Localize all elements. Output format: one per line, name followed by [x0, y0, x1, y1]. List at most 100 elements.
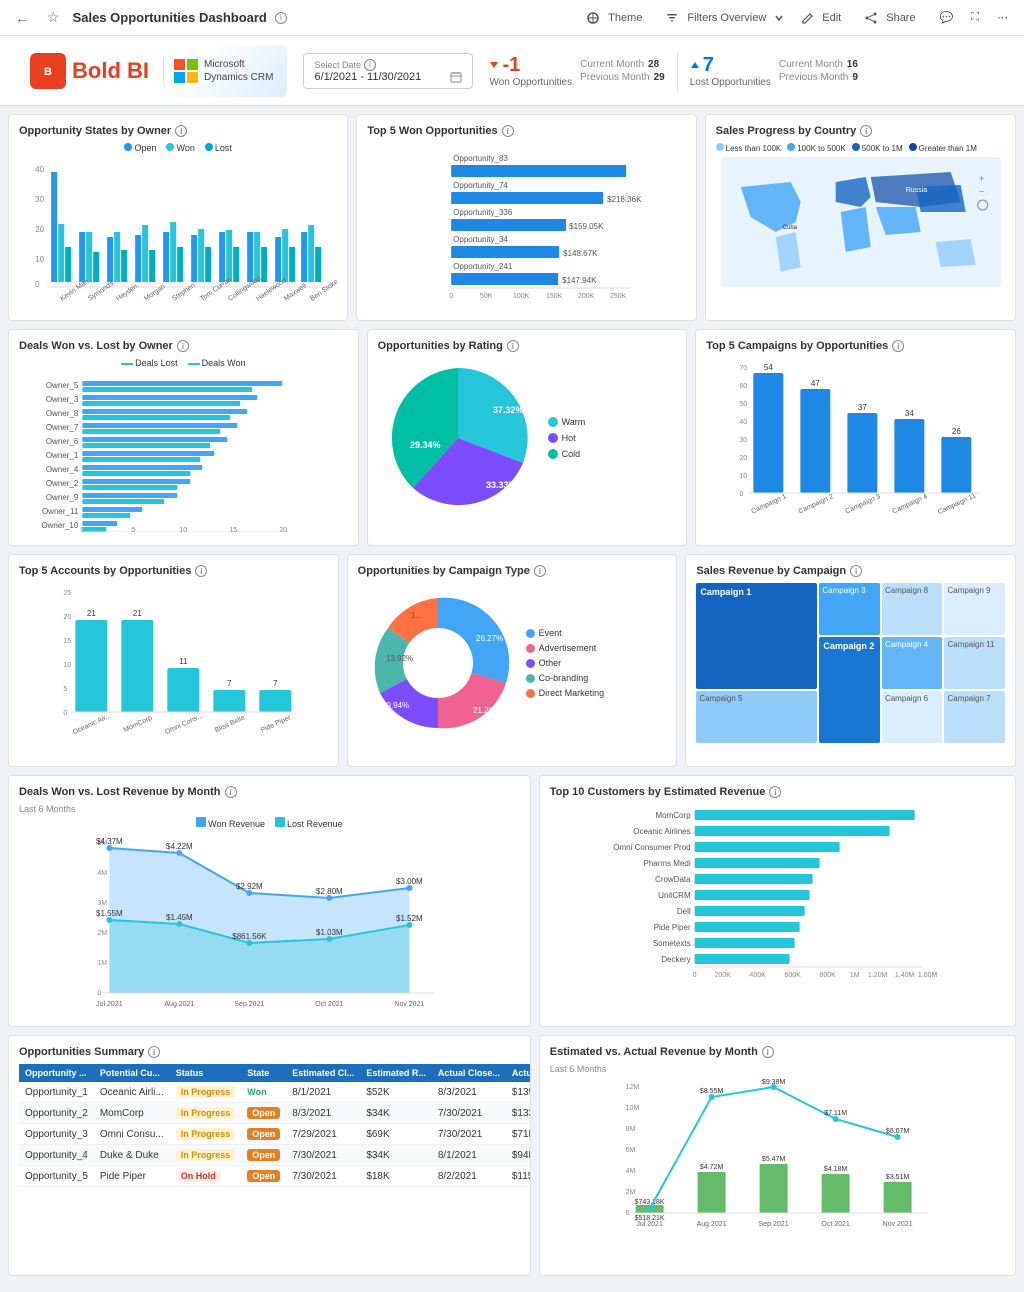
opp-states-info[interactable]: i: [175, 125, 187, 137]
svg-text:$861.56K: $861.56K: [232, 932, 267, 941]
svg-text:$6.07M: $6.07M: [886, 1128, 910, 1135]
lost-value: 7: [690, 54, 771, 77]
share-btn[interactable]: Share: [859, 6, 927, 30]
actual-close: 8/3/2021: [432, 1082, 506, 1103]
sales-progress-info[interactable]: i: [860, 125, 872, 137]
date-filter-box[interactable]: Select Date i 6/1/2021 - 11/30/2021: [303, 53, 473, 89]
status-badge: In Progress: [176, 1128, 236, 1140]
svg-text:Deckery: Deckery: [661, 955, 690, 964]
svg-text:$8.55M: $8.55M: [700, 1088, 724, 1095]
svg-text:33.33%: 33.33%: [486, 480, 517, 490]
table-row: Opportunity_1 Oceanic Airli... In Progre…: [19, 1082, 531, 1103]
svg-text:Pide Piper: Pide Piper: [260, 714, 293, 734]
deals-won-lost-title: Deals Won vs. Lost by Owner i: [19, 340, 348, 352]
opp-campaign-type-info[interactable]: i: [534, 565, 546, 577]
svg-text:600K: 600K: [784, 972, 801, 979]
svg-text:$4.37M: $4.37M: [96, 837, 123, 846]
est-vs-actual-info[interactable]: i: [762, 1046, 774, 1058]
actual-rev: $133K: [506, 1103, 531, 1124]
status-cell: In Progress: [170, 1124, 242, 1145]
map-legend: Less than 100K 100K to 500K 500K to 1M G…: [716, 143, 1005, 153]
customer-name: Omni Consu...: [94, 1124, 170, 1145]
svg-text:10: 10: [179, 527, 187, 532]
top5-won-panel: Top 5 Won Opportunities i Opportunity_83…: [356, 114, 696, 321]
edit-btn[interactable]: Edit: [795, 6, 853, 30]
svg-text:Opportunity_336: Opportunity_336: [453, 208, 513, 217]
top10-customers-info[interactable]: i: [769, 786, 781, 798]
calendar-icon[interactable]: [450, 71, 462, 83]
svg-text:Owner_11: Owner_11: [42, 507, 79, 516]
svg-text:7: 7: [227, 679, 232, 688]
sales-progress-panel: Sales Progress by Country i Less than 10…: [705, 114, 1016, 321]
won-value: -1: [489, 54, 572, 77]
svg-text:Sep 2021: Sep 2021: [234, 1001, 264, 1008]
col-actual-rev: Actual Reve...: [506, 1064, 531, 1082]
svg-text:20: 20: [740, 455, 748, 462]
lost-current-month: Current Month 16: [779, 59, 858, 70]
table-row: Opportunity_3 Omni Consu... In Progress …: [19, 1124, 531, 1145]
svg-text:Opportunity_241: Opportunity_241: [453, 262, 513, 271]
deals-revenue-title: Deals Won vs. Lost Revenue by Month i: [19, 786, 520, 798]
svg-text:400K: 400K: [749, 972, 766, 979]
won-opp-stat: -1 Won Opportunities Current Month 28 Pr…: [489, 54, 664, 88]
logo-svg: B: [38, 61, 58, 81]
svg-text:Dell: Dell: [677, 907, 691, 916]
date-filter-label: Select Date i: [314, 59, 462, 71]
title-info-icon[interactable]: i: [275, 12, 287, 24]
row-5: Opportunities Summary i Opportunity ... …: [8, 1035, 1016, 1276]
date-info-icon[interactable]: i: [364, 59, 376, 71]
edit-icon: [801, 12, 813, 24]
state-badge: Open: [247, 1128, 280, 1140]
top5-campaigns-info[interactable]: i: [892, 340, 904, 352]
opp-rating-title: Opportunities by Rating i: [378, 340, 677, 352]
svg-text:0: 0: [80, 527, 84, 532]
header-area: B Bold BI MicrosoftDynamics CRM Select D…: [0, 36, 1024, 106]
svg-text:Nov 2021: Nov 2021: [394, 1001, 424, 1008]
campaign8-cell: Campaign 8: [882, 583, 943, 635]
sales-revenue-info[interactable]: i: [850, 565, 862, 577]
rating-legend: Warm Hot Cold: [548, 417, 586, 459]
est-close: 7/30/2021: [286, 1145, 360, 1166]
top5-won-info[interactable]: i: [502, 125, 514, 137]
top5-accounts-info[interactable]: i: [195, 565, 207, 577]
deals-info[interactable]: i: [177, 340, 189, 352]
opp-summary-info[interactable]: i: [148, 1046, 160, 1058]
col-est-close: Estimated Cl...: [286, 1064, 360, 1082]
campaign1-cell: Campaign 1: [696, 583, 817, 689]
svg-text:Oceanic Air...: Oceanic Air...: [72, 712, 112, 736]
svg-text:10: 10: [63, 662, 71, 669]
filters-btn[interactable]: Filters Overview: [660, 6, 789, 30]
deals-revenue-info[interactable]: i: [225, 786, 237, 798]
svg-text:54: 54: [764, 363, 773, 372]
top10-customers-title: Top 10 Customers by Estimated Revenue i: [550, 786, 1005, 798]
svg-text:Opportunity_34: Opportunity_34: [453, 235, 508, 244]
opp-states-title: Opportunity States by Owner i: [19, 125, 337, 137]
campaign6-cell: Campaign 6: [882, 691, 943, 743]
svg-text:$1.45M: $1.45M: [166, 913, 193, 922]
svg-text:Owner_9: Owner_9: [46, 493, 79, 502]
more-btn[interactable]: ⋯: [991, 8, 1014, 27]
stat-divider: [677, 51, 678, 91]
est-rev: $69K: [360, 1124, 432, 1145]
status-badge: On Hold: [176, 1170, 221, 1182]
svg-text:Owner_10: Owner_10: [41, 521, 78, 530]
back-button[interactable]: ←: [10, 8, 34, 28]
svg-text:10: 10: [740, 473, 748, 480]
topbar: ← ☆ Sales Opportunities Dashboard i Them…: [0, 0, 1024, 36]
campaign9-cell: Campaign 9: [944, 583, 1005, 635]
theme-btn[interactable]: Theme: [581, 6, 654, 30]
svg-text:6M: 6M: [625, 1147, 635, 1154]
star-button[interactable]: ☆: [42, 7, 65, 28]
expand-btn[interactable]: ⛶: [965, 8, 985, 27]
actual-rev: $115K: [506, 1166, 531, 1187]
svg-text:15: 15: [63, 638, 71, 645]
opp-rating-info[interactable]: i: [507, 340, 519, 352]
est-rev: $18K: [360, 1166, 432, 1187]
svg-text:200K: 200K: [578, 293, 595, 300]
topbar-right: Theme Filters Overview Edit Share 💬 ⛶ ⋯: [581, 6, 1014, 30]
treemap-grid: Campaign 1 Campaign 3 Campaign 8 Campaig…: [696, 583, 1005, 743]
comment-btn[interactable]: 💬: [934, 8, 960, 27]
deals-legend: Deals Lost Deals Won: [19, 358, 348, 368]
svg-text:200K: 200K: [714, 972, 731, 979]
col-actual-close: Actual Close...: [432, 1064, 506, 1082]
